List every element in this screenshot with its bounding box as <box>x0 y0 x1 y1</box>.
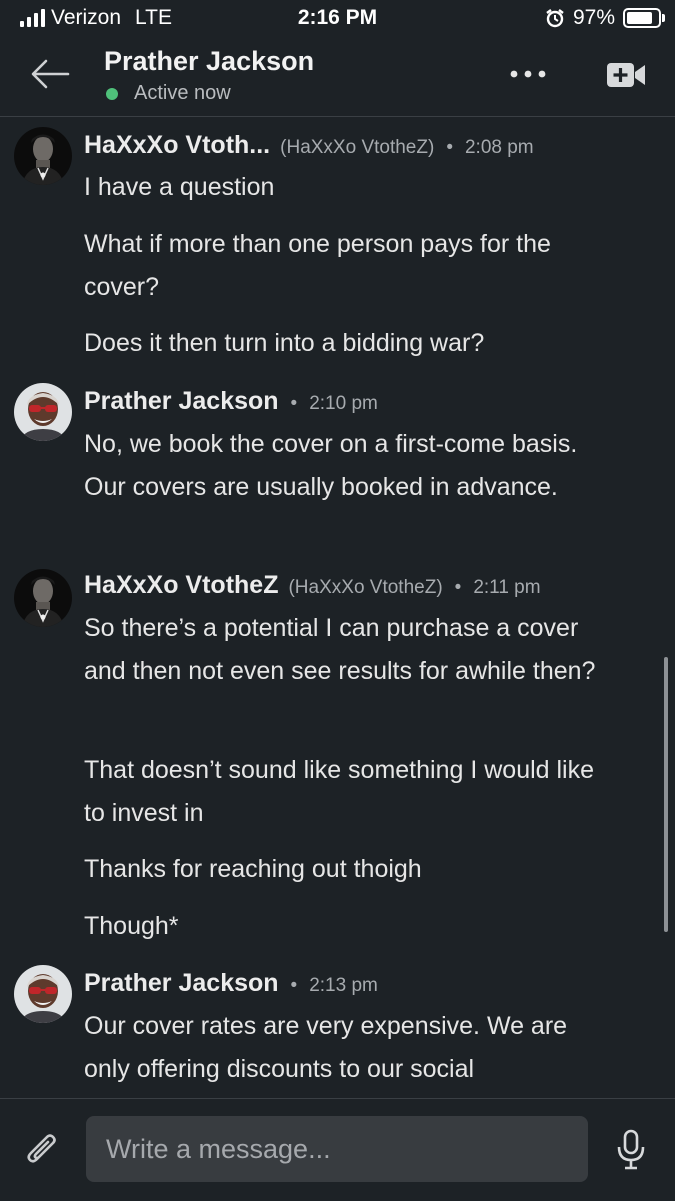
video-call-button[interactable] <box>606 60 646 90</box>
avatar[interactable] <box>14 965 72 1023</box>
sender-line: Prather Jackson • 2:10 pm <box>84 387 378 416</box>
avatar[interactable] <box>14 383 72 441</box>
message-text: So there’s a potential I can purchase a … <box>84 614 596 685</box>
message-text: Thanks for reaching out thoigh <box>84 855 422 883</box>
sender-handle: (HaXxXo VtotheZ) <box>288 577 443 598</box>
sender-line: Prather Jackson • 2:13 pm <box>84 969 378 998</box>
sender-name[interactable]: HaXxXo VtotheZ <box>84 571 278 600</box>
scrollbar[interactable] <box>664 657 668 932</box>
more-options-button[interactable] <box>508 64 548 84</box>
microphone-icon <box>617 1129 645 1170</box>
message-composer <box>0 1098 675 1201</box>
message-time: 2:11 pm <box>473 577 541 598</box>
message-text: Our cover rates are very expensive. We a… <box>84 1012 568 1083</box>
avatar-photo <box>14 569 72 627</box>
message-text: I have a question <box>84 173 275 201</box>
message-time: 2:10 pm <box>309 393 378 414</box>
sender-name[interactable]: Prather Jackson <box>84 387 279 416</box>
avatar-photo <box>14 383 72 441</box>
avatar-photo <box>14 965 72 1023</box>
video-call-icon <box>607 63 645 87</box>
back-button[interactable] <box>28 56 72 92</box>
avatar[interactable] <box>14 127 72 185</box>
avatar-photo <box>14 127 72 185</box>
alarm-icon <box>546 9 564 28</box>
battery-fill <box>627 12 653 24</box>
separator-dot: • <box>446 137 453 158</box>
presence-dot-icon <box>106 87 118 100</box>
presence-label: Active now <box>134 82 231 104</box>
message-text: Though* <box>84 912 179 940</box>
message-time: 2:08 pm <box>464 137 534 158</box>
message-text: Does it then turn into a bidding war? <box>84 329 485 357</box>
sender-name[interactable]: Prather Jackson <box>84 969 279 998</box>
message-text: No, we book the cover on a first-come ba… <box>84 430 578 501</box>
status-right: 97% <box>545 6 665 30</box>
message-list[interactable]: HaXxXo Vtoth... (HaXxXo VtotheZ) • 2:08 … <box>0 117 675 1098</box>
sender-line: HaXxXo VtotheZ (HaXxXo VtotheZ) • 2:11 p… <box>84 571 541 600</box>
avatar[interactable] <box>14 569 72 627</box>
paperclip-icon <box>27 1134 56 1163</box>
message-time: 2:13 pm <box>309 975 378 996</box>
conversation-header: Prather Jackson Active now <box>0 40 675 117</box>
message-input[interactable] <box>86 1116 588 1182</box>
back-arrow-icon <box>31 59 70 89</box>
presence-status: Active now <box>104 82 231 105</box>
separator-dot: • <box>454 577 462 598</box>
status-bar: Verizon LTE 2:16 PM 97% <box>0 0 675 40</box>
separator-dot: • <box>290 393 298 414</box>
battery-percent: 97% <box>572 6 615 29</box>
voice-message-button[interactable] <box>614 1129 648 1171</box>
conversation-title[interactable]: Prather Jackson <box>104 46 314 77</box>
attach-button[interactable] <box>22 1130 62 1170</box>
message-text: That doesn’t sound like something I woul… <box>84 756 595 827</box>
sender-handle: (HaXxXo VtotheZ) <box>280 137 435 158</box>
battery-icon <box>623 8 665 28</box>
more-icon <box>510 70 546 78</box>
sender-name[interactable]: HaXxXo Vtoth... <box>84 131 270 160</box>
separator-dot: • <box>290 975 298 996</box>
message-text: What if more than one person pays for th… <box>84 230 551 301</box>
sender-line: HaXxXo Vtoth... (HaXxXo VtotheZ) • 2:08 … <box>84 131 534 160</box>
